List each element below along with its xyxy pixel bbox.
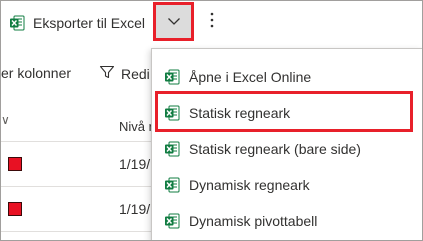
window-frame: Eksporter til Excel er kolonner Redi ∨ N…: [0, 0, 423, 241]
edit-filters-button[interactable]: Redi: [99, 64, 150, 83]
excel-icon: [164, 105, 180, 121]
menu-item-label: Statisk regneark (bare side): [189, 141, 361, 157]
excel-icon: [164, 213, 180, 229]
export-options-dropdown-button[interactable]: [153, 2, 194, 41]
column-header-level[interactable]: Nivå r: [119, 119, 153, 134]
menu-item-label: Åpne i Excel Online: [189, 69, 312, 85]
export-menu: Åpne i Excel Online Statisk regneark Sta…: [151, 48, 422, 240]
excel-icon: [164, 69, 180, 85]
menu-item-open-excel-online[interactable]: Åpne i Excel Online: [152, 59, 422, 95]
chevron-down-icon: [167, 13, 181, 31]
menu-item-label: Dynamisk pivottabell: [189, 213, 318, 229]
date-cell: 1/19/: [119, 201, 151, 217]
excel-icon: [164, 177, 180, 193]
excel-icon: [9, 15, 25, 31]
excel-icon: [164, 141, 180, 157]
date-cell: 1/19/: [119, 156, 151, 172]
menu-item-dynamic-pivot-table[interactable]: Dynamisk pivottabell: [152, 203, 422, 239]
filter-icon: [99, 64, 115, 83]
menu-item-label: Statisk regneark: [189, 105, 291, 121]
menu-item-dynamic-worksheet[interactable]: Dynamisk regneark: [152, 167, 422, 203]
menu-item-static-worksheet-page-only[interactable]: Statisk regneark (bare side): [152, 131, 422, 167]
more-vertical-icon: [210, 12, 214, 33]
menu-item-label: Dynamisk regneark: [189, 177, 310, 193]
status-indicator: [8, 157, 22, 171]
edit-filters-label: Redi: [121, 65, 150, 82]
more-commands-button[interactable]: [206, 11, 218, 33]
menu-item-static-worksheet[interactable]: Statisk regneark: [152, 95, 422, 131]
edit-columns-button[interactable]: er kolonner: [1, 65, 71, 81]
column-sort-caret[interactable]: ∨: [1, 113, 10, 127]
status-indicator: [8, 202, 22, 216]
command-bar: Eksporter til Excel: [1, 1, 422, 45]
export-to-excel-label: Eksporter til Excel: [33, 15, 146, 31]
export-to-excel-button[interactable]: Eksporter til Excel: [9, 11, 145, 35]
